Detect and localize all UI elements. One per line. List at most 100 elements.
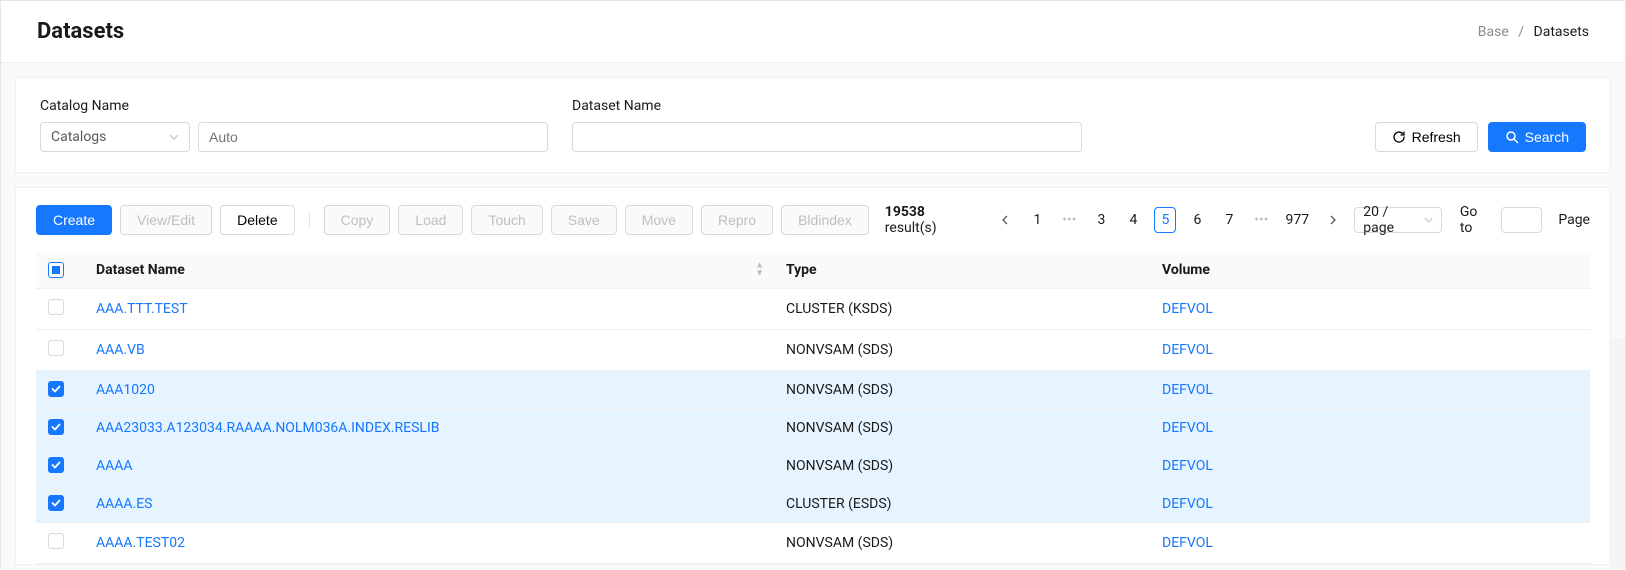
search-icon — [1505, 130, 1519, 144]
page-title: Datasets — [37, 19, 124, 44]
volume-link[interactable]: DEFVOL — [1162, 342, 1213, 358]
filter-panel: Catalog Name Catalogs Dataset Name — [15, 77, 1611, 173]
breadcrumb-current: Datasets — [1534, 24, 1589, 40]
header-type: Type — [774, 252, 1150, 289]
catalog-label: Catalog Name — [40, 98, 548, 114]
refresh-icon — [1392, 130, 1406, 144]
catalog-filter-group: Catalog Name Catalogs — [40, 98, 548, 152]
dataset-name-link[interactable]: AAAA.TEST02 — [96, 535, 185, 551]
volume-link[interactable]: DEFVOL — [1162, 535, 1213, 551]
breadcrumb-sep: / — [1518, 24, 1524, 40]
dataset-type: NONVSAM (SDS) — [774, 523, 1150, 564]
delete-button[interactable]: Delete — [220, 205, 294, 235]
page-header: Datasets Base / Datasets — [1, 1, 1625, 63]
toolbar-divider — [309, 212, 310, 228]
page-suffix: Page — [1558, 212, 1590, 228]
dataset-name-link[interactable]: AAAA.ES — [96, 496, 153, 512]
dataset-label: Dataset Name — [572, 98, 1082, 114]
select-all-checkbox[interactable] — [48, 262, 64, 278]
page-ellipsis: ••• — [1250, 207, 1272, 233]
page-size-select[interactable]: 20 / page — [1354, 207, 1442, 233]
repro-button[interactable]: Repro — [701, 205, 773, 235]
results-suffix: result(s) — [885, 220, 937, 236]
load-button[interactable]: Load — [398, 205, 463, 235]
create-button[interactable]: Create — [36, 205, 112, 235]
touch-button[interactable]: Touch — [471, 205, 542, 235]
row-checkbox[interactable] — [48, 381, 64, 397]
table-row: AAAA.TEST02 NONVSAM (SDS) DEFVOL — [36, 523, 1590, 564]
page-7[interactable]: 7 — [1218, 207, 1240, 233]
page-4[interactable]: 4 — [1122, 207, 1144, 233]
goto-label: Go to — [1460, 204, 1491, 236]
copy-button[interactable]: Copy — [324, 205, 391, 235]
row-checkbox[interactable] — [48, 533, 64, 549]
datasets-table: Dataset Name ▲▼ Type Volume AAA.TTT.TEST… — [36, 252, 1590, 564]
dataset-type: NONVSAM (SDS) — [774, 447, 1150, 485]
row-checkbox-cell — [36, 447, 84, 485]
volume-link[interactable]: DEFVOL — [1162, 382, 1213, 398]
breadcrumb-base[interactable]: Base — [1478, 24, 1509, 40]
page-1[interactable]: 1 — [1026, 207, 1048, 233]
row-checkbox[interactable] — [48, 419, 64, 435]
refresh-label: Refresh — [1412, 129, 1461, 145]
search-button[interactable]: Search — [1488, 122, 1586, 152]
volume-link[interactable]: DEFVOL — [1162, 301, 1213, 317]
row-checkbox-cell — [36, 289, 84, 330]
row-checkbox-cell — [36, 485, 84, 523]
dataset-type: NONVSAM (SDS) — [774, 371, 1150, 409]
volume-link[interactable]: DEFVOL — [1162, 496, 1213, 512]
dataset-name-link[interactable]: AAA1020 — [96, 382, 155, 398]
main-content: Catalog Name Catalogs Dataset Name — [1, 63, 1625, 570]
row-checkbox[interactable] — [48, 340, 64, 356]
search-label: Search — [1525, 129, 1569, 145]
table-row: AAAA NONVSAM (SDS) DEFVOL — [36, 447, 1590, 485]
results-number: 19538 — [885, 204, 925, 220]
dataset-name-link[interactable]: AAA.VB — [96, 342, 145, 358]
dataset-name-input[interactable] — [572, 122, 1082, 152]
page-5[interactable]: 5 — [1154, 207, 1176, 233]
page-last[interactable]: 977 — [1282, 207, 1312, 233]
pagination: 1 ••• 3 4 5 6 7 ••• 977 20 / page Go to … — [994, 204, 1590, 236]
scrollbar-track[interactable] — [1609, 338, 1625, 568]
page-size-value: 20 / page — [1363, 204, 1417, 236]
prev-page-button[interactable] — [994, 207, 1016, 233]
dataset-type: NONVSAM (SDS) — [774, 409, 1150, 447]
volume-link[interactable]: DEFVOL — [1162, 458, 1213, 474]
save-button[interactable]: Save — [551, 205, 617, 235]
header-name-label: Dataset Name — [96, 262, 185, 278]
dataset-type: CLUSTER (KSDS) — [774, 289, 1150, 330]
toolbar: Create View/Edit Delete Copy Load Touch … — [36, 204, 1590, 236]
volume-link[interactable]: DEFVOL — [1162, 420, 1213, 436]
table-panel: Create View/Edit Delete Copy Load Touch … — [15, 187, 1611, 565]
row-checkbox[interactable] — [48, 299, 64, 315]
next-page-button[interactable] — [1322, 207, 1344, 233]
page-6[interactable]: 6 — [1186, 207, 1208, 233]
header-checkbox-cell — [36, 252, 84, 289]
dataset-name-link[interactable]: AAAA — [96, 458, 133, 474]
bldindex-button[interactable]: Bldindex — [781, 205, 869, 235]
view-edit-button[interactable]: View/Edit — [120, 205, 212, 235]
refresh-button[interactable]: Refresh — [1375, 122, 1478, 152]
row-checkbox-cell — [36, 330, 84, 371]
table-row: AAAA.ESCLUSTER (ESDS)DEFVOL — [36, 485, 1590, 523]
table-row: AAA23033.A123034.RAAAA.NOLM036A.INDEX.RE… — [36, 409, 1590, 447]
catalog-select[interactable]: Catalogs — [40, 122, 190, 152]
header-name[interactable]: Dataset Name ▲▼ — [84, 252, 774, 289]
row-checkbox-cell — [36, 523, 84, 564]
table-row: AAA.VB NONVSAM (SDS) DEFVOL — [36, 330, 1590, 371]
row-checkbox[interactable] — [48, 495, 64, 511]
chevron-down-icon — [169, 132, 179, 142]
row-checkbox[interactable] — [48, 457, 64, 473]
goto-input[interactable] — [1501, 207, 1542, 233]
dataset-name-link[interactable]: AAA23033.A123034.RAAAA.NOLM036A.INDEX.RE… — [96, 420, 440, 436]
move-button[interactable]: Move — [625, 205, 693, 235]
breadcrumb: Base / Datasets — [1478, 24, 1589, 40]
dataset-type: NONVSAM (SDS) — [774, 330, 1150, 371]
page-3[interactable]: 3 — [1090, 207, 1112, 233]
results-count: 19538 result(s) — [885, 204, 979, 236]
sort-icon: ▲▼ — [755, 263, 764, 278]
catalog-auto-input[interactable] — [198, 122, 548, 152]
header-volume: Volume — [1150, 252, 1590, 289]
dataset-name-link[interactable]: AAA.TTT.TEST — [96, 301, 188, 317]
table-row: AAA.TTT.TEST CLUSTER (KSDS) DEFVOL — [36, 289, 1590, 330]
